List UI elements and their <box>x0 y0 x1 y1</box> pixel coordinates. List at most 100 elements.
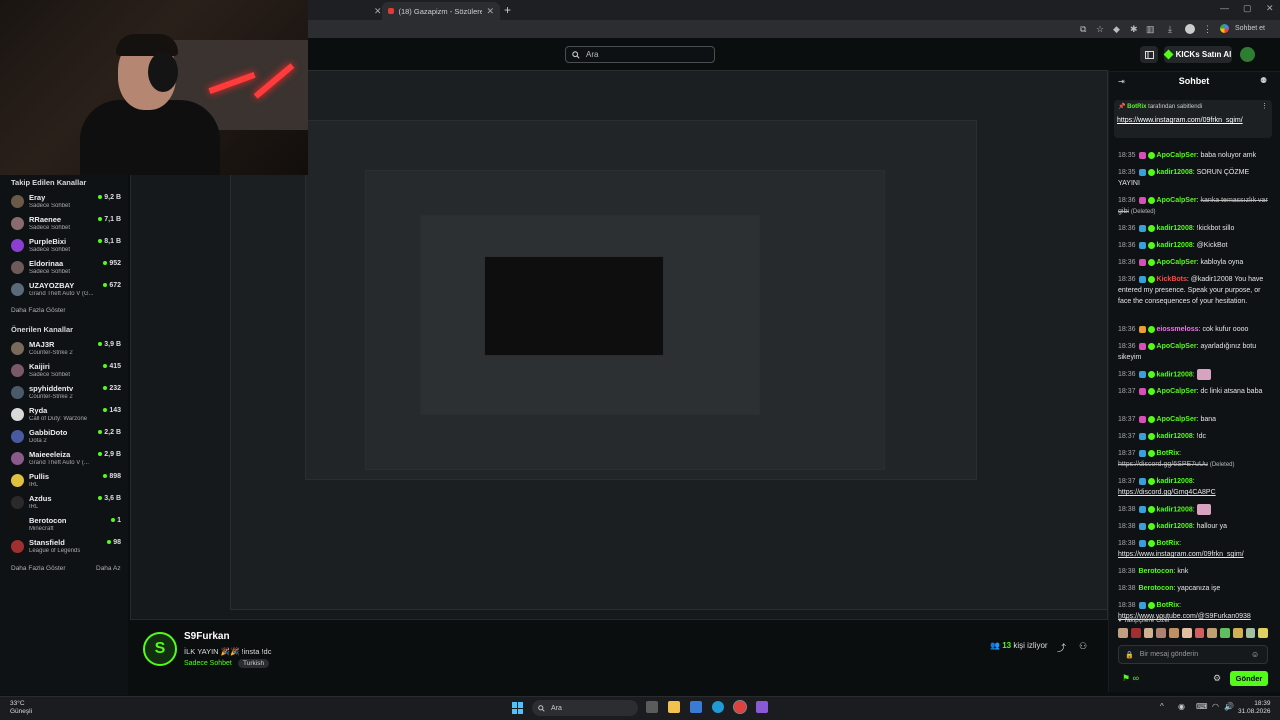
message-link[interactable]: https://www.instagram.com/09frkn_sgim/ <box>1118 551 1244 558</box>
streamer-avatar[interactable]: S <box>143 632 177 666</box>
chat-users-icon[interactable]: ⚉ <box>1260 76 1267 85</box>
chat-message[interactable]: 18:37 ApoCalpSer: bana <box>1118 414 1268 425</box>
chat-message[interactable]: 18:36 ApoCalpSer: ayarladığınız botu sike… <box>1118 341 1268 363</box>
emote-icon[interactable] <box>1207 628 1217 638</box>
message-username[interactable]: ApoCalpSer <box>1157 152 1197 159</box>
message-username[interactable]: ApoCalpSer <box>1157 416 1197 423</box>
sidebar-channel-item[interactable]: PurpleBixi Sadece Sohbet 8,1 B <box>11 236 125 256</box>
sidebar-channel-item[interactable]: Stansfield League of Legends 98 <box>11 537 125 557</box>
chat-message[interactable]: 18:37 BotRix: https://discord.gg/6SPE7uUu… <box>1118 448 1268 471</box>
stream-language-tag[interactable]: Turkish <box>238 659 270 668</box>
volume-icon[interactable]: 🔊 <box>1224 702 1234 711</box>
message-username[interactable]: kadir12008 <box>1157 523 1193 530</box>
message-username[interactable]: kadir12008 <box>1157 433 1193 440</box>
profile-avatar[interactable] <box>1185 24 1195 34</box>
chat-input[interactable]: 🔒 Bir mesaj gönderin <box>1118 645 1268 664</box>
recommended-show-more[interactable]: Daha Fazla Göster <box>11 565 66 572</box>
pinned-link[interactable]: https://www.instagram.com/09frkn_sgim/ <box>1117 116 1267 125</box>
chat-message[interactable]: 18:38 kadir12008: hallour ya <box>1118 521 1268 532</box>
message-username[interactable]: ApoCalpSer <box>1157 388 1197 395</box>
chat-message[interactable]: 18:36 ApoCalpSer: kabloyla oyna <box>1118 257 1268 268</box>
message-username[interactable]: Berotocon <box>1139 585 1174 592</box>
message-username[interactable]: BotRix <box>1157 602 1180 609</box>
chat-message[interactable]: 18:38 kadir12008: <box>1118 504 1268 515</box>
sidebar-channel-item[interactable]: Eray Sadece Sohbet 9,2 B <box>11 192 125 212</box>
send-button[interactable]: Gönder <box>1230 671 1268 686</box>
task-view-icon[interactable] <box>646 701 658 713</box>
wifi-icon[interactable]: ◠ <box>1212 702 1219 711</box>
sidebar-channel-item[interactable]: Azdus IRL 3,6 B <box>11 493 125 513</box>
chat-message[interactable]: 18:36 eiossmeloss: cok kufur oooo <box>1118 324 1268 335</box>
store-icon[interactable] <box>690 701 702 713</box>
message-username[interactable]: ApoCalpSer <box>1157 259 1197 266</box>
channel-points[interactable]: ⚑ ∞ <box>1122 673 1139 684</box>
page-action-icon[interactable]: ⧉ <box>1080 24 1086 35</box>
emote-icon[interactable] <box>1143 628 1154 638</box>
pinned-menu-icon[interactable]: ⋮ <box>1261 102 1268 110</box>
theatre-mode-button[interactable] <box>1140 46 1158 63</box>
gear-icon[interactable]: ⚙ <box>1213 673 1221 684</box>
menu-icon[interactable]: ⋮ <box>1203 24 1212 35</box>
chat-with-label[interactable]: Sohbet et <box>1235 25 1265 32</box>
chat-message[interactable]: 18:38 Berotocon: yapcanıza işe <box>1118 583 1268 594</box>
taskbar-search[interactable]: Ara <box>532 700 638 716</box>
emote-icon[interactable] <box>1130 628 1141 638</box>
extension-icon[interactable]: ◆ <box>1113 24 1120 35</box>
bookmark-icon[interactable]: ☆ <box>1096 24 1104 35</box>
sidebar-channel-item[interactable]: Kaijiri Sadece Sohbet 415 <box>11 361 125 381</box>
new-tab-button[interactable]: + <box>504 3 511 17</box>
chat-message[interactable]: 18:38 Berotocon: knk <box>1118 566 1268 577</box>
message-username[interactable]: BotRix <box>1157 540 1180 547</box>
sidebar-channel-item[interactable]: UZAYOZBAY Grand Theft Auto V (G... 672 <box>11 280 125 300</box>
browser-tab-active[interactable]: (18) Gazapizm - Sözülerek - YouTu ✕ <box>382 2 500 20</box>
puzzle-icon[interactable]: ✱ <box>1130 24 1138 35</box>
sidebar-icon[interactable]: ▥ <box>1146 24 1155 35</box>
message-username[interactable]: kadir12008 <box>1157 371 1193 378</box>
chat-message[interactable]: 18:37 ApoCalpSer: dc linki atsana baba <box>1118 386 1268 397</box>
chat-message[interactable]: 18:38 BotRix: https://www.instagram.com/0… <box>1118 538 1268 560</box>
message-link[interactable]: https://discord.gg/Gmq4CA8PC <box>1118 489 1216 496</box>
buy-kicks-button[interactable]: KICKs Satın Al <box>1163 46 1232 63</box>
chat-message[interactable]: 18:36 KickBots: @kadir12008 You have ente… <box>1118 274 1268 307</box>
message-username[interactable]: kadir12008 <box>1157 169 1193 176</box>
tray-chevron-icon[interactable]: ^ <box>1160 702 1164 711</box>
emote-icon[interactable] <box>1245 628 1256 638</box>
message-username[interactable]: eiossmeloss <box>1157 326 1199 333</box>
app-icon[interactable] <box>756 701 768 713</box>
chrome-icon[interactable] <box>733 700 747 714</box>
message-username[interactable]: ApoCalpSer <box>1157 197 1197 204</box>
assistant-icon[interactable] <box>1220 24 1229 33</box>
pinned-message[interactable]: 📌 BotRix tarafından sabitlendi https://w… <box>1114 100 1272 138</box>
tray-app-icon[interactable]: ◉ <box>1178 702 1185 711</box>
download-icon[interactable]: ⤓ <box>1168 24 1172 35</box>
chat-message[interactable]: 18:36 kadir12008: <box>1118 369 1268 380</box>
sidebar-channel-item[interactable]: Ryda Call of Duty: Warzone 143 <box>11 405 125 425</box>
file-explorer-icon[interactable] <box>668 701 680 713</box>
emote-icon[interactable] <box>1194 628 1205 638</box>
chat-message[interactable]: 18:36 kadir12008: !kickbot sillo <box>1118 223 1268 234</box>
edge-icon[interactable] <box>712 701 724 713</box>
sidebar-channel-item[interactable]: Eldorinaa Sadece Sohbet 952 <box>11 258 125 278</box>
sidebar-channel-item[interactable]: GabbiDoto Dota 2 2,2 B <box>11 427 125 447</box>
message-username[interactable]: ApoCalpSer <box>1157 343 1197 350</box>
chat-message[interactable]: 18:37 kadir12008: https://discord.gg/Gmq4… <box>1118 476 1268 498</box>
emote-icon[interactable] <box>1220 628 1230 638</box>
message-username[interactable]: kadir12008 <box>1157 242 1193 249</box>
message-username[interactable]: KickBots <box>1157 276 1187 283</box>
chat-message[interactable]: 18:36 kadir12008: @KickBot <box>1118 240 1268 251</box>
sidebar-channel-item[interactable]: RRaenee Sadece Sohbet 7,1 B <box>11 214 125 234</box>
chat-message[interactable]: 18:36 ApoCalpSer: kanka temassızlık var g… <box>1118 195 1268 218</box>
emote-icon[interactable] <box>1169 628 1179 638</box>
emote-icon[interactable] <box>1258 628 1268 638</box>
recommended-show-less[interactable]: Daha Az <box>96 565 121 572</box>
start-button[interactable] <box>512 702 524 714</box>
language-icon[interactable]: ⌨ <box>1196 702 1208 711</box>
search-input[interactable]: Ara <box>565 46 715 63</box>
user-avatar[interactable] <box>1240 47 1255 62</box>
emoji-icon[interactable]: ☺ <box>1251 650 1259 659</box>
emote-icon[interactable] <box>1118 628 1128 638</box>
chat-message[interactable]: 18:35 ApoCalpSer: baba noluyor amk <box>1118 150 1268 161</box>
chat-message[interactable]: 18:37 kadir12008: !dc <box>1118 431 1268 442</box>
message-username[interactable]: kadir12008 <box>1157 478 1193 485</box>
close-tab-icon[interactable]: ✕ <box>486 6 494 17</box>
